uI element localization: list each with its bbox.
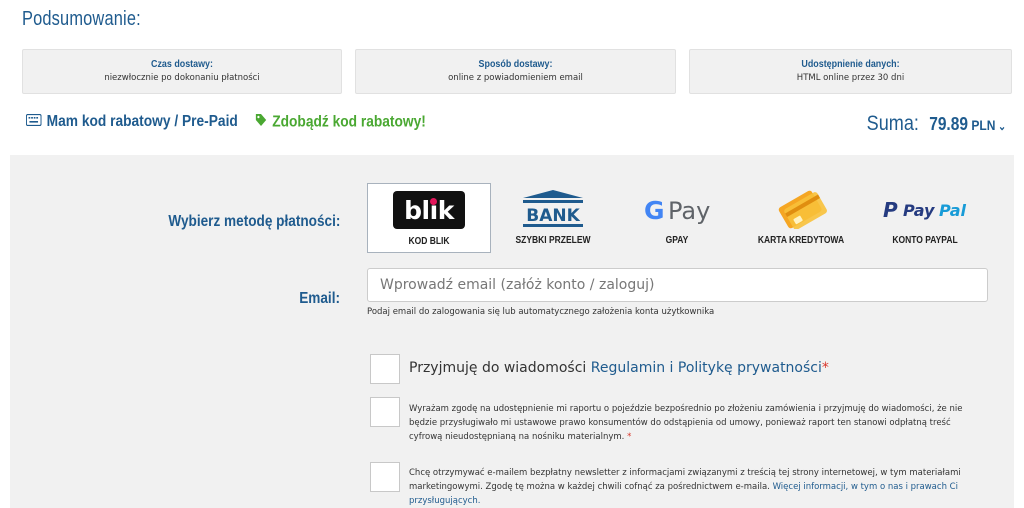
delivery-time-label: Czas dostawy: <box>151 58 213 70</box>
bank-logo: BANK <box>491 189 615 229</box>
payment-method-credit-card[interactable]: KARTA KREDYTOWA <box>739 183 863 253</box>
paypal-logo: P Pay Pal <box>863 189 987 229</box>
terms-consent-text: Przyjmuję do wiadomości Regulamin i Poli… <box>409 360 829 376</box>
payment-method-paypal[interactable]: P Pay Pal KONTO PAYPAL <box>863 183 987 253</box>
svg-text:Pay: Pay <box>903 201 935 220</box>
svg-text:P: P <box>883 198 898 222</box>
delivery-method-box: Sposób dostawy: online z powiadomieniem … <box>355 49 676 94</box>
delivery-method-label: Sposób dostawy: <box>478 58 553 70</box>
data-sharing-box: Udostępnienie danych: HTML online przez … <box>689 49 1012 94</box>
payment-method-label: Wybierz metodę płatności: <box>167 213 340 230</box>
blik-logo: blik <box>368 190 490 230</box>
payment-method-gpay[interactable]: G Pay GPAY <box>615 183 739 253</box>
keyboard-icon <box>25 113 42 131</box>
report-consent-body: Wyrażam zgodę na udostępnienie mi raport… <box>409 404 963 442</box>
get-discount-code-link[interactable]: Zdobądź kod rabatowy! <box>255 113 426 132</box>
svg-text:G: G <box>644 196 665 225</box>
newsletter-checkbox[interactable] <box>370 462 400 492</box>
svg-text:Pay: Pay <box>668 197 710 225</box>
email-hint: Podaj email do zalogowania się lub autom… <box>367 307 715 317</box>
get-discount-code-label: Zdobądź kod rabatowy! <box>272 113 426 131</box>
svg-text:Pal: Pal <box>939 201 967 220</box>
payment-method-blik[interactable]: blik KOD BLIK <box>367 183 491 253</box>
page-title: Podsumowanie: <box>22 8 141 30</box>
tag-icon <box>255 113 267 132</box>
payment-method-name: SZYBKI PRZELEW <box>515 235 591 246</box>
data-sharing-value: HTML online przez 30 dni <box>796 73 905 83</box>
total-label: Suma: <box>866 112 919 135</box>
total-currency: PLN <box>971 117 996 133</box>
have-discount-code-link[interactable]: Mam kod rabatowy / Pre-Paid <box>25 113 238 131</box>
have-discount-code-label: Mam kod rabatowy / Pre-Paid <box>46 113 238 131</box>
required-mark: * <box>627 432 632 442</box>
credit-cards-icon <box>739 189 863 229</box>
newsletter-consent-text: Chcę otrzymywać e-mailem bezpłatny newsl… <box>409 466 977 508</box>
order-total[interactable]: Suma: 79.89 PLN ⌄ <box>867 112 1006 136</box>
report-consent-text: Wyrażam zgodę na udostępnienie mi raport… <box>409 402 977 444</box>
terms-checkbox[interactable] <box>370 354 400 384</box>
terms-link[interactable]: Regulamin i Politykę prywatności <box>591 360 822 376</box>
delivery-time-value: niezwłocznie po dokonaniu płatności <box>104 73 260 83</box>
chevron-down-icon: ⌄ <box>995 121 1006 133</box>
report-consent-checkbox[interactable] <box>370 397 400 427</box>
payment-method-name: KOD BLIK <box>408 236 450 247</box>
delivery-method-value: online z powiadomieniem email <box>448 73 583 83</box>
data-sharing-label: Udostępnienie danych: <box>801 58 900 70</box>
total-amount: 79.89 <box>929 114 968 134</box>
payment-method-name: GPAY <box>665 235 689 246</box>
payment-method-bank-transfer[interactable]: BANK SZYBKI PRZELEW <box>491 183 615 253</box>
delivery-time-box: Czas dostawy: niezwłocznie po dokonaniu … <box>22 49 342 94</box>
payment-method-name: KONTO PAYPAL <box>892 235 958 246</box>
payment-method-name: KARTA KREDYTOWA <box>757 235 845 246</box>
checkout-summary: Podsumowanie: Czas dostawy: niezwłocznie… <box>0 0 1024 508</box>
terms-prefix: Przyjmuję do wiadomości <box>409 360 591 376</box>
email-label: Email: <box>299 290 340 307</box>
required-mark: * <box>821 360 829 376</box>
gpay-logo: G Pay <box>615 189 739 229</box>
svg-text:BANK: BANK <box>526 206 580 226</box>
email-input[interactable]: Wprowadź email (załóż konto / zaloguj) <box>367 268 988 302</box>
